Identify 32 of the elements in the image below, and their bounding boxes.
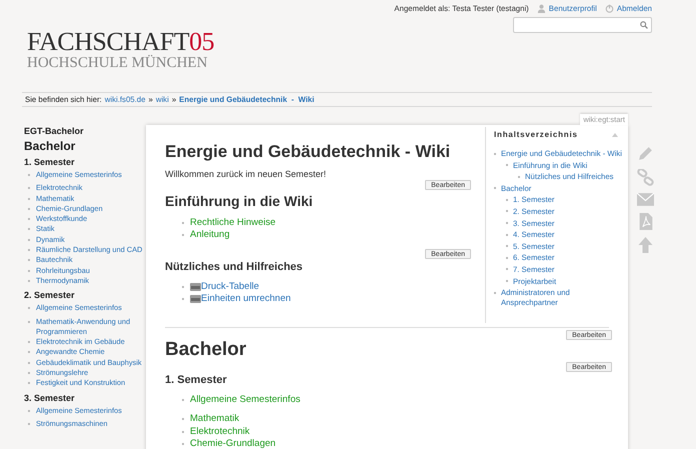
file-link[interactable]: Einheiten umrechnen	[201, 292, 291, 306]
envelope-icon[interactable]	[637, 193, 654, 206]
semester-heading: 3. Semester	[24, 392, 76, 404]
page-link[interactable]: Mathematik	[190, 413, 240, 426]
pdf-icon[interactable]	[638, 213, 652, 230]
semester-heading: 2. Semester	[24, 289, 76, 302]
sidebar-heading: Bachelor	[24, 138, 76, 154]
section-heading: Bachelor	[165, 338, 248, 362]
toc-title: Inhaltsverzeichnis	[494, 129, 578, 141]
up-arrow-icon[interactable]	[638, 237, 653, 253]
search-icon	[640, 21, 648, 29]
page-link[interactable]: Allgemeine Semesterinfos	[190, 394, 300, 406]
welcome-text: Willkommen zurück im neuen Semester!	[165, 168, 328, 180]
subsection-heading: 1. Semester	[165, 373, 228, 387]
logo-title: FACHSCHAFT05	[27, 29, 216, 55]
subsection-heading: Nützliches und Hilfreiches	[165, 260, 304, 274]
pencil-icon[interactable]	[637, 145, 654, 162]
user-icon	[536, 4, 546, 13]
collapse-icon[interactable]	[612, 133, 618, 137]
sidebar-title: EGT-Bachelor	[24, 126, 85, 137]
page-link[interactable]: Elektrotechnik	[190, 426, 250, 438]
page-link[interactable]: Chemie-Grundlagen	[190, 438, 276, 449]
section-heading: Einführung in die Wiki	[165, 192, 314, 210]
logo-subtitle: HOCHSCHULE MÜNCHEN	[27, 56, 208, 71]
semester-heading: 1. Semester	[24, 156, 76, 168]
page-link[interactable]: Rechtliche Hinweise	[190, 217, 276, 230]
power-icon	[604, 4, 614, 13]
page-link[interactable]: Anleitung	[190, 229, 230, 242]
page-title: Energie und Gebäudetechnik - Wiki	[165, 141, 452, 163]
search-field[interactable]	[513, 17, 652, 33]
file-link[interactable]: Druck-Tabelle	[201, 280, 260, 293]
chain-link-icon[interactable]	[637, 169, 654, 186]
